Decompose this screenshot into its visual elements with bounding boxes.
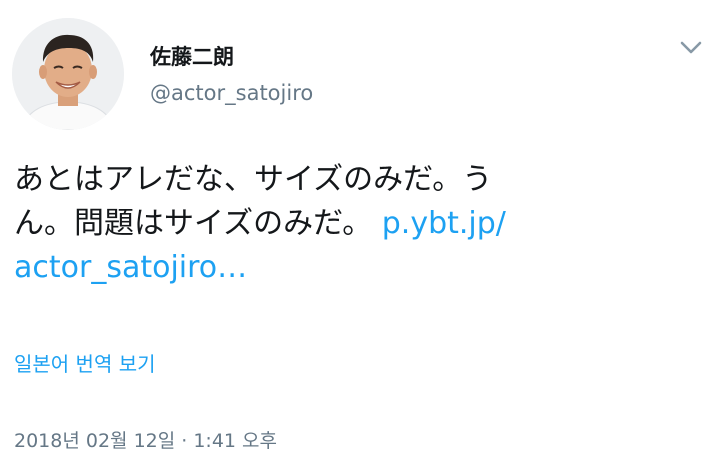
tweet-link-part1[interactable]: p.ybt.jp/ [382, 206, 506, 241]
tweet-card: 佐藤二朗 @actor_satojiro あとはアレだな、サイズのみだ。う ん。問… [0, 0, 720, 463]
tweet-text-line2: ん。問題はサイズのみだ。 [14, 206, 382, 241]
tweet-link-part2[interactable]: actor_satojiro… [14, 250, 247, 285]
tweet-timestamp[interactable]: 2018년 02월 12일 · 1:41 오후 [14, 428, 277, 454]
translate-button[interactable]: 일본어 번역 보기 [14, 350, 156, 378]
author-handle[interactable]: @actor_satojiro [150, 80, 313, 106]
avatar-image [12, 18, 124, 130]
author-avatar[interactable] [12, 18, 124, 130]
chevron-down-icon[interactable] [676, 36, 706, 60]
author-name[interactable]: 佐藤二朗 [150, 44, 234, 70]
tweet-text: あとはアレだな、サイズのみだ。う ん。問題はサイズのみだ。 p.ybt.jp/ac… [14, 158, 614, 290]
tweet-text-line1: あとはアレだな、サイズのみだ。う [14, 162, 493, 197]
